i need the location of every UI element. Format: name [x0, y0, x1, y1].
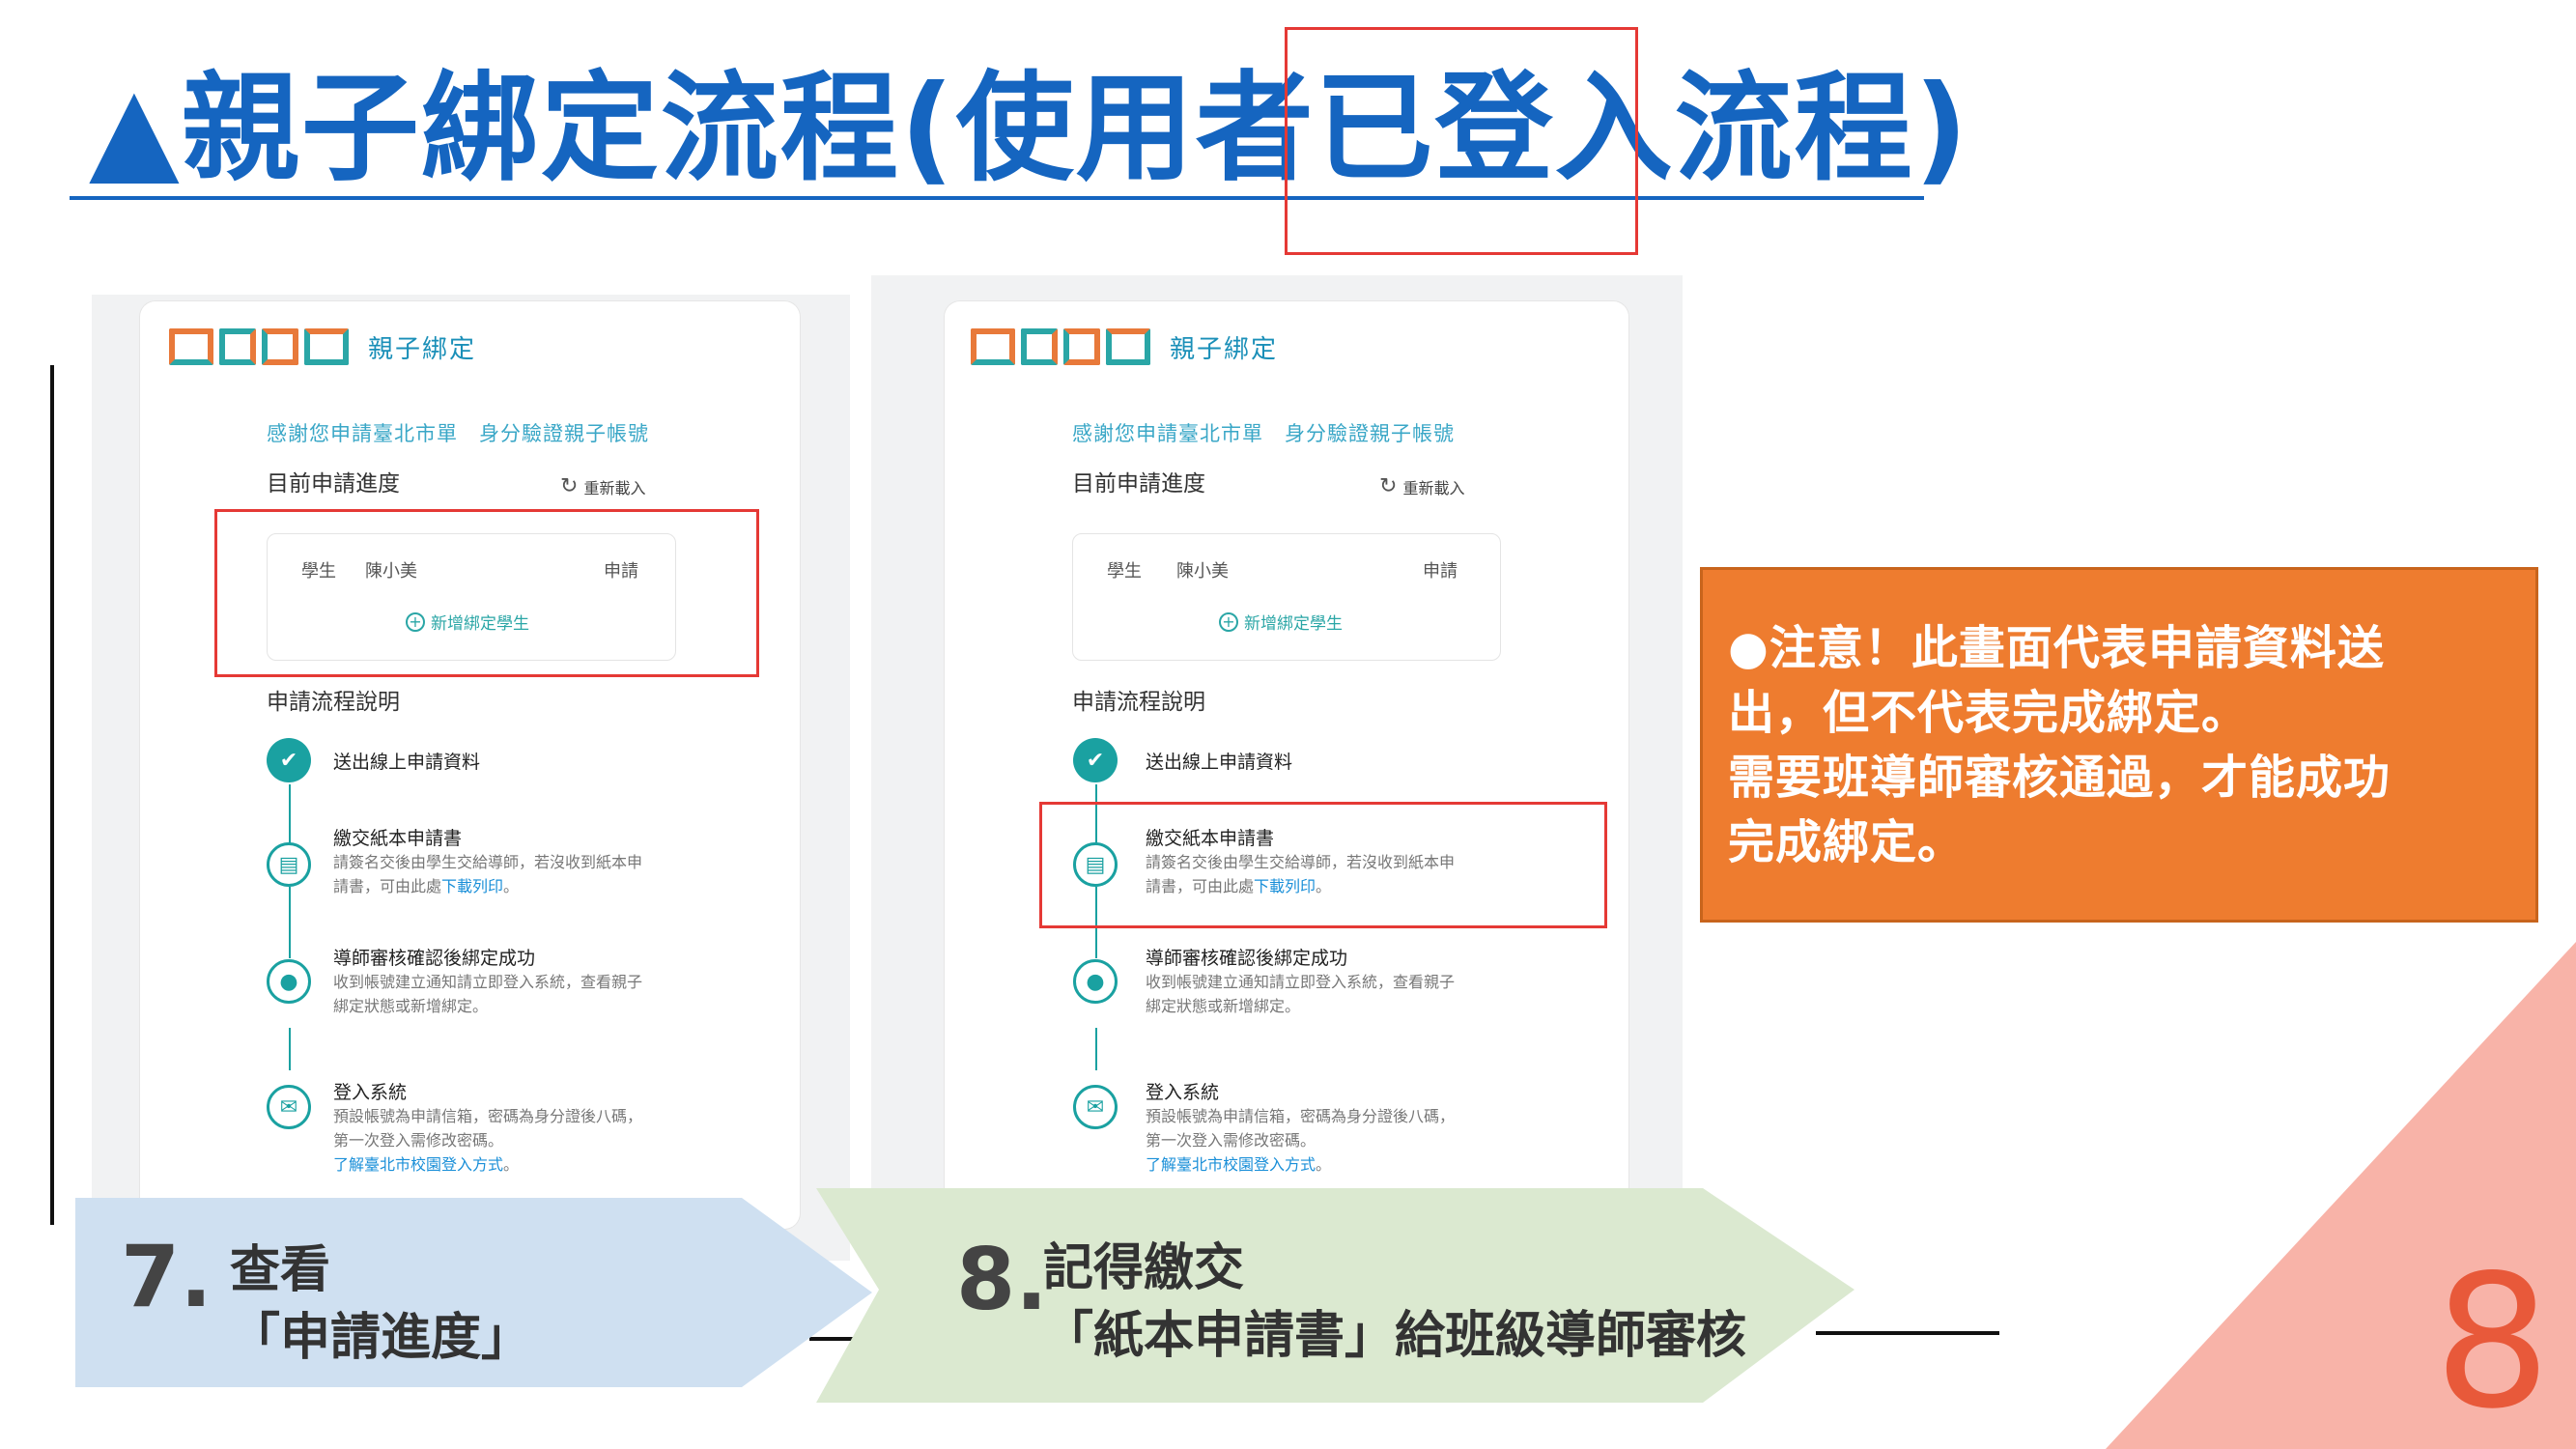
step-connector [1095, 1028, 1097, 1070]
step-title: 送出線上申請資料 [333, 752, 481, 773]
add-student-button[interactable]: + 新增綁定學生 [1219, 610, 1343, 634]
step-desc-tail: 。 [503, 877, 520, 895]
highlight-box-paper-form [1039, 802, 1607, 928]
step-desc: 請簽名交後由學生交給導師，若沒收到紙本申 [333, 853, 643, 871]
mail-icon: ✉ [1073, 1085, 1118, 1129]
slide-title: ▲親子綁定流程(使用者已登入流程) [89, 56, 1969, 201]
page-number: 8 [2434, 1236, 2551, 1449]
title-highlight-box [1285, 27, 1638, 255]
step-connector [289, 1028, 291, 1070]
student-card[interactable] [1072, 533, 1501, 661]
callout-number: 8. [956, 1230, 1048, 1329]
document-icon: ▤ [267, 842, 311, 887]
mail-icon: ✉ [267, 1085, 311, 1129]
notice-line: 需要班導師審核通過，才能成功 [1728, 751, 2392, 805]
reload-icon: ↻ [560, 474, 579, 498]
callout-line2: 「紙本申請書」給班級導師審核 [1043, 1307, 1747, 1365]
title-underline [70, 196, 1924, 200]
app-logo-2: 親子綁定 [971, 328, 1278, 365]
step-desc-line3: 了解臺北市校園登入方式。 [1146, 1152, 1331, 1177]
brand-label: 親子綁定 [1170, 334, 1279, 364]
step-title: 登入系統 [1146, 1082, 1220, 1103]
callout-line1: 查看 [230, 1241, 331, 1299]
left-rule [50, 365, 54, 1225]
reload-label: 重新載入 [1402, 478, 1465, 497]
download-link[interactable]: 下載列印 [441, 877, 503, 895]
user-icon: ● [267, 959, 311, 1004]
step-desc: 預設帳號為申請信箱，密碼為身分證後八碼， [1146, 1107, 1456, 1125]
student-name: 陳小美 [1176, 561, 1229, 582]
step-title: 導師審核確認後綁定成功 [1146, 948, 1348, 969]
thanks-text: 感謝您申請臺北市單 身分驗證親子帳號 [267, 422, 649, 445]
check-icon: ✔ [267, 738, 311, 782]
notice-line: 出，但不代表完成綁定。 [1728, 686, 2250, 740]
callout-number: 7. [121, 1227, 212, 1326]
thanks-text: 感謝您申請臺北市單 身分驗證親子帳號 [1072, 422, 1455, 445]
step-title: 送出線上申請資料 [1146, 752, 1293, 773]
step-connector [289, 784, 291, 844]
callout-line1: 記得繳交 [1043, 1239, 1245, 1297]
step-connector [289, 887, 291, 958]
progress-label: 目前申請進度 [267, 471, 400, 497]
step-desc-tail: 。 [503, 1155, 520, 1174]
add-student-label: 新增綁定學生 [1244, 614, 1343, 634]
notice-line: ●注意！此畫面代表申請資料送 [1728, 621, 2385, 675]
notice-box: ●注意！此畫面代表申請資料送 出，但不代表完成綁定。 需要班導師審核通過，才能成… [1700, 567, 2538, 923]
callout-line2: 「申請進度」 [230, 1309, 532, 1367]
step-title: 登入系統 [333, 1082, 408, 1103]
progress-label: 目前申請進度 [1072, 471, 1205, 497]
title-part1: ▲親子綁定流程(使用者 [89, 60, 1316, 197]
step-desc: 第一次登入需修改密碼。 [333, 1131, 504, 1150]
reload-label: 重新載入 [583, 478, 646, 497]
step-desc: 預設帳號為申請信箱，密碼為身分證後八碼， [333, 1107, 643, 1125]
step-title: 繳交紙本申請書 [333, 828, 463, 849]
step-desc-line2: 請書，可由此處下載列印。 [333, 874, 519, 898]
highlight-box-progress [214, 509, 759, 677]
login-help-link[interactable]: 了解臺北市校園登入方式 [1146, 1155, 1316, 1174]
title-part2: 流程) [1674, 60, 1970, 197]
step-desc-line3: 了解臺北市校園登入方式。 [333, 1152, 519, 1177]
flow-label: 申請流程說明 [1072, 690, 1205, 715]
step-desc: 綁定狀態或新增綁定。 [333, 997, 489, 1015]
step-title: 導師審核確認後綁定成功 [333, 948, 536, 969]
plus-circle-icon: + [1219, 611, 1238, 632]
user-icon: ● [1073, 959, 1118, 1004]
student-label: 學生 [1107, 561, 1142, 582]
step-desc-tail: 。 [1316, 1155, 1332, 1174]
reload-button[interactable]: ↻ 重新載入 [1379, 474, 1464, 498]
brand-label: 親子綁定 [368, 334, 477, 364]
step-desc: 第一次登入需修改密碼。 [1146, 1131, 1316, 1150]
check-icon: ✔ [1073, 738, 1118, 782]
reload-button[interactable]: ↻ 重新載入 [560, 474, 645, 498]
step-desc: 綁定狀態或新增綁定。 [1146, 997, 1301, 1015]
app-logo-1: 親子綁定 [169, 328, 476, 365]
step-desc: 收到帳號建立通知請立即登入系統，查看親子 [333, 973, 643, 991]
step-desc: 請書，可由此處 [333, 877, 442, 895]
flow-label: 申請流程說明 [267, 690, 400, 715]
step-desc: 收到帳號建立通知請立即登入系統，查看親子 [1146, 973, 1456, 991]
notice-line: 完成綁定。 [1728, 815, 1966, 869]
reload-icon: ↻ [1379, 474, 1398, 498]
student-status: 申請 [1423, 561, 1458, 582]
login-help-link[interactable]: 了解臺北市校園登入方式 [333, 1155, 503, 1174]
